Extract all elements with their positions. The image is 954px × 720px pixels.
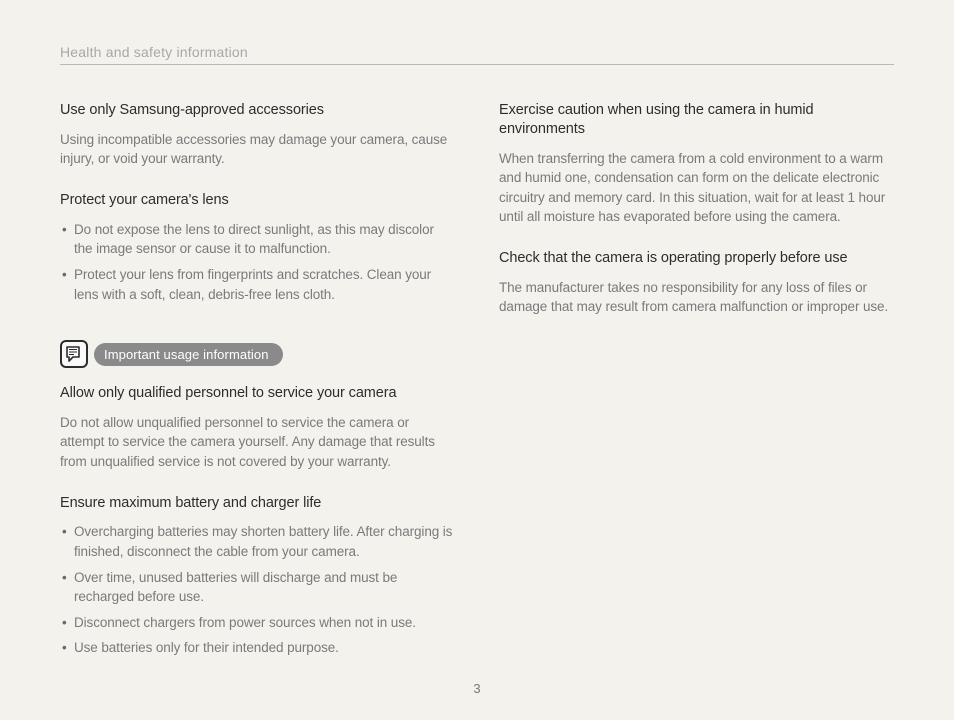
- callout-label: Important usage information: [94, 343, 283, 366]
- heading-accessories: Use only Samsung-approved accessories: [60, 101, 455, 120]
- list-item: Over time, unused batteries will dischar…: [60, 568, 455, 607]
- page-number: 3: [0, 681, 954, 696]
- list-item: Do not expose the lens to direct sunligh…: [60, 220, 455, 259]
- list-item: Disconnect chargers from power sources w…: [60, 613, 455, 633]
- heading-check-operation: Check that the camera is operating prope…: [499, 249, 894, 268]
- heading-humid-environments: Exercise caution when using the camera i…: [499, 101, 894, 139]
- left-column: Use only Samsung-approved accessories Us…: [60, 101, 455, 680]
- list-item: Overcharging batteries may shorten batte…: [60, 522, 455, 561]
- heading-qualified-service: Allow only qualified personnel to servic…: [60, 384, 455, 403]
- body-qualified-service: Do not allow unqualified personnel to se…: [60, 413, 455, 472]
- list-item: Use batteries only for their intended pu…: [60, 638, 455, 658]
- note-icon: [60, 340, 88, 368]
- right-column: Exercise caution when using the camera i…: [499, 101, 894, 680]
- content-columns: Use only Samsung-approved accessories Us…: [60, 101, 894, 680]
- list-battery-life: Overcharging batteries may shorten batte…: [60, 522, 455, 657]
- body-accessories: Using incompatible accessories may damag…: [60, 130, 455, 169]
- list-protect-lens: Do not expose the lens to direct sunligh…: [60, 220, 455, 304]
- body-humid-environments: When transferring the camera from a cold…: [499, 149, 894, 227]
- body-check-operation: The manufacturer takes no responsibility…: [499, 278, 894, 317]
- heading-battery-life: Ensure maximum battery and charger life: [60, 494, 455, 513]
- heading-protect-lens: Protect your camera's lens: [60, 191, 455, 210]
- list-item: Protect your lens from fingerprints and …: [60, 265, 455, 304]
- callout-important-usage: Important usage information: [60, 340, 455, 368]
- page-header: Health and safety information: [60, 44, 894, 65]
